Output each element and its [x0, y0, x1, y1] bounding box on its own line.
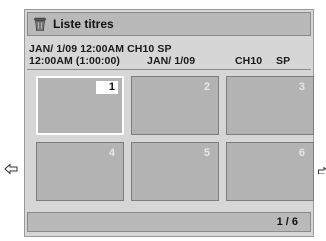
title-number: 2: [203, 81, 210, 93]
title-number: 6: [298, 147, 305, 159]
trash-bin-icon: [34, 17, 46, 31]
title-number: 3: [298, 81, 305, 93]
left-arrow-icon[interactable]: [4, 162, 18, 175]
page-indicator: 1 / 6: [276, 216, 298, 228]
title-thumbnail-1[interactable]: 1: [36, 76, 124, 135]
title-number: 1: [96, 81, 118, 94]
title-bar: Liste titres: [27, 12, 311, 36]
title-thumbnail-5[interactable]: 5: [131, 142, 219, 201]
title-number: 4: [108, 147, 115, 159]
title-thumbnail-6[interactable]: 6: [226, 142, 314, 201]
recording-time: 12:00AM (1:00:00): [29, 55, 120, 67]
selected-title-info: JAN/ 1/09 12:00AM CH10 SP: [29, 43, 172, 55]
recording-mode: SP: [276, 55, 291, 67]
divider: [27, 69, 311, 70]
title-number: 5: [203, 147, 210, 159]
title-thumbnail-3[interactable]: 3: [226, 76, 314, 135]
right-arrow-icon[interactable]: [318, 164, 326, 174]
title-thumbnail-2[interactable]: 2: [131, 76, 219, 135]
title-list-screen: Liste titres JAN/ 1/09 12:00AM CH10 SP 1…: [24, 9, 314, 237]
title-thumbnail-4[interactable]: 4: [36, 142, 124, 201]
status-bar: 1 / 6: [27, 212, 311, 232]
page-title: Liste titres: [53, 17, 114, 31]
recording-date: JAN/ 1/09: [147, 55, 196, 67]
recording-channel: CH10: [235, 55, 263, 67]
